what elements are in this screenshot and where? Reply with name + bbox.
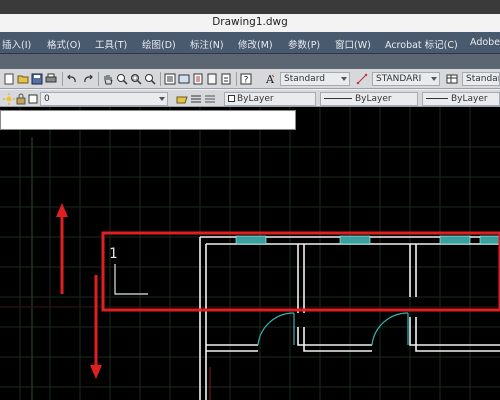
- svg-text:?: ?: [244, 76, 249, 86]
- lineweight-preview-icon: [426, 98, 448, 99]
- menu-tools[interactable]: 工具(T): [95, 37, 127, 51]
- menu-adobe[interactable]: Adobe: [470, 37, 500, 48]
- make-current-layer-icon[interactable]: [176, 93, 188, 105]
- layer-value: 0: [44, 94, 50, 104]
- menu-bar: 插入(I) 格式(O) 工具(T) 绘图(D) 标注(N) 修改(M) 参数(P…: [0, 32, 500, 54]
- pan-hand-icon[interactable]: [102, 73, 114, 85]
- zoom-window-icon[interactable]: [130, 73, 142, 85]
- redo-icon[interactable]: [82, 73, 94, 85]
- menu-format[interactable]: 格式(O): [47, 37, 81, 51]
- dim-style-value: STANDARI: [376, 74, 422, 84]
- new-file-icon[interactable]: [3, 73, 15, 85]
- layer-color-swatch-icon[interactable]: [27, 93, 39, 105]
- text-style-value: Standard: [284, 74, 325, 84]
- print-icon[interactable]: [45, 73, 57, 85]
- layer-previous-icon[interactable]: [204, 93, 216, 105]
- table-style-value: Standard: [466, 74, 499, 84]
- toolbar-separator: [236, 72, 237, 86]
- menu-draw[interactable]: 绘图(D): [142, 37, 176, 51]
- zoom-previous-icon[interactable]: [144, 73, 156, 85]
- text-style-select[interactable]: Standard: [280, 72, 350, 86]
- grid: [0, 107, 500, 400]
- dim-style-select[interactable]: STANDARI: [372, 72, 440, 86]
- ribbon-gap: [0, 54, 500, 69]
- linetype-value: ByLayer: [355, 94, 392, 104]
- ucs-icon: [114, 264, 148, 295]
- model-space: [0, 107, 500, 400]
- color-value: ByLayer: [237, 94, 274, 104]
- save-icon[interactable]: [31, 73, 43, 85]
- window-top-strip: [0, 0, 500, 14]
- toolbar-separator: [160, 72, 161, 86]
- dim-style-icon[interactable]: [356, 73, 368, 85]
- layer-lock-icon[interactable]: [15, 93, 27, 105]
- table-style-select[interactable]: Standard: [462, 72, 500, 86]
- sheet-set-icon[interactable]: [206, 73, 218, 85]
- menu-insert[interactable]: 插入(I): [2, 37, 31, 51]
- color-swatch-icon: [228, 95, 235, 102]
- zoom-realtime-icon[interactable]: [116, 73, 128, 85]
- linetype-preview-icon: [324, 98, 352, 99]
- color-select[interactable]: ByLayer: [224, 92, 316, 106]
- title-bar: Drawing1.dwg: [0, 14, 500, 32]
- open-icon[interactable]: [17, 73, 29, 85]
- design-center-icon[interactable]: [178, 73, 190, 85]
- layer-select[interactable]: 0: [40, 92, 168, 106]
- toolbar-separator: [98, 72, 99, 86]
- menu-modify[interactable]: 修改(M): [238, 37, 273, 51]
- command-input[interactable]: [0, 110, 296, 130]
- help-icon[interactable]: ?: [240, 73, 252, 85]
- window-title: Drawing1.dwg: [212, 16, 288, 28]
- menu-window[interactable]: 窗口(W): [335, 37, 371, 51]
- layers-toolbar: 0 ByLayer ByLayer ByLayer: [0, 89, 500, 107]
- drawing-canvas[interactable]: 1: [0, 107, 500, 400]
- markup-icon[interactable]: [220, 73, 232, 85]
- text-style-icon[interactable]: A: [264, 73, 276, 85]
- menu-acrobat-markup[interactable]: Acrobat 标记(C): [385, 37, 458, 51]
- layer-properties-icon[interactable]: [190, 93, 202, 105]
- lineweight-value: ByLayer: [451, 94, 488, 104]
- ucs-label: 1: [109, 246, 118, 262]
- properties-icon[interactable]: [164, 73, 176, 85]
- toolbar-separator: [62, 72, 63, 86]
- table-style-icon[interactable]: [446, 73, 458, 85]
- linetype-select[interactable]: ByLayer: [320, 92, 418, 106]
- menu-parameters[interactable]: 参数(P): [288, 37, 320, 51]
- annotation-arrows: [56, 203, 102, 379]
- lineweight-select[interactable]: ByLayer: [422, 92, 500, 106]
- svg-text:A: A: [265, 73, 275, 85]
- standard-toolbar: ? A Standard STANDARI Standard: [0, 69, 500, 89]
- doors: [257, 312, 409, 346]
- tool-palettes-icon[interactable]: [192, 73, 204, 85]
- menu-dimension[interactable]: 标注(N): [190, 37, 224, 51]
- undo-icon[interactable]: [66, 73, 78, 85]
- sun-layer-on-icon[interactable]: [3, 93, 15, 105]
